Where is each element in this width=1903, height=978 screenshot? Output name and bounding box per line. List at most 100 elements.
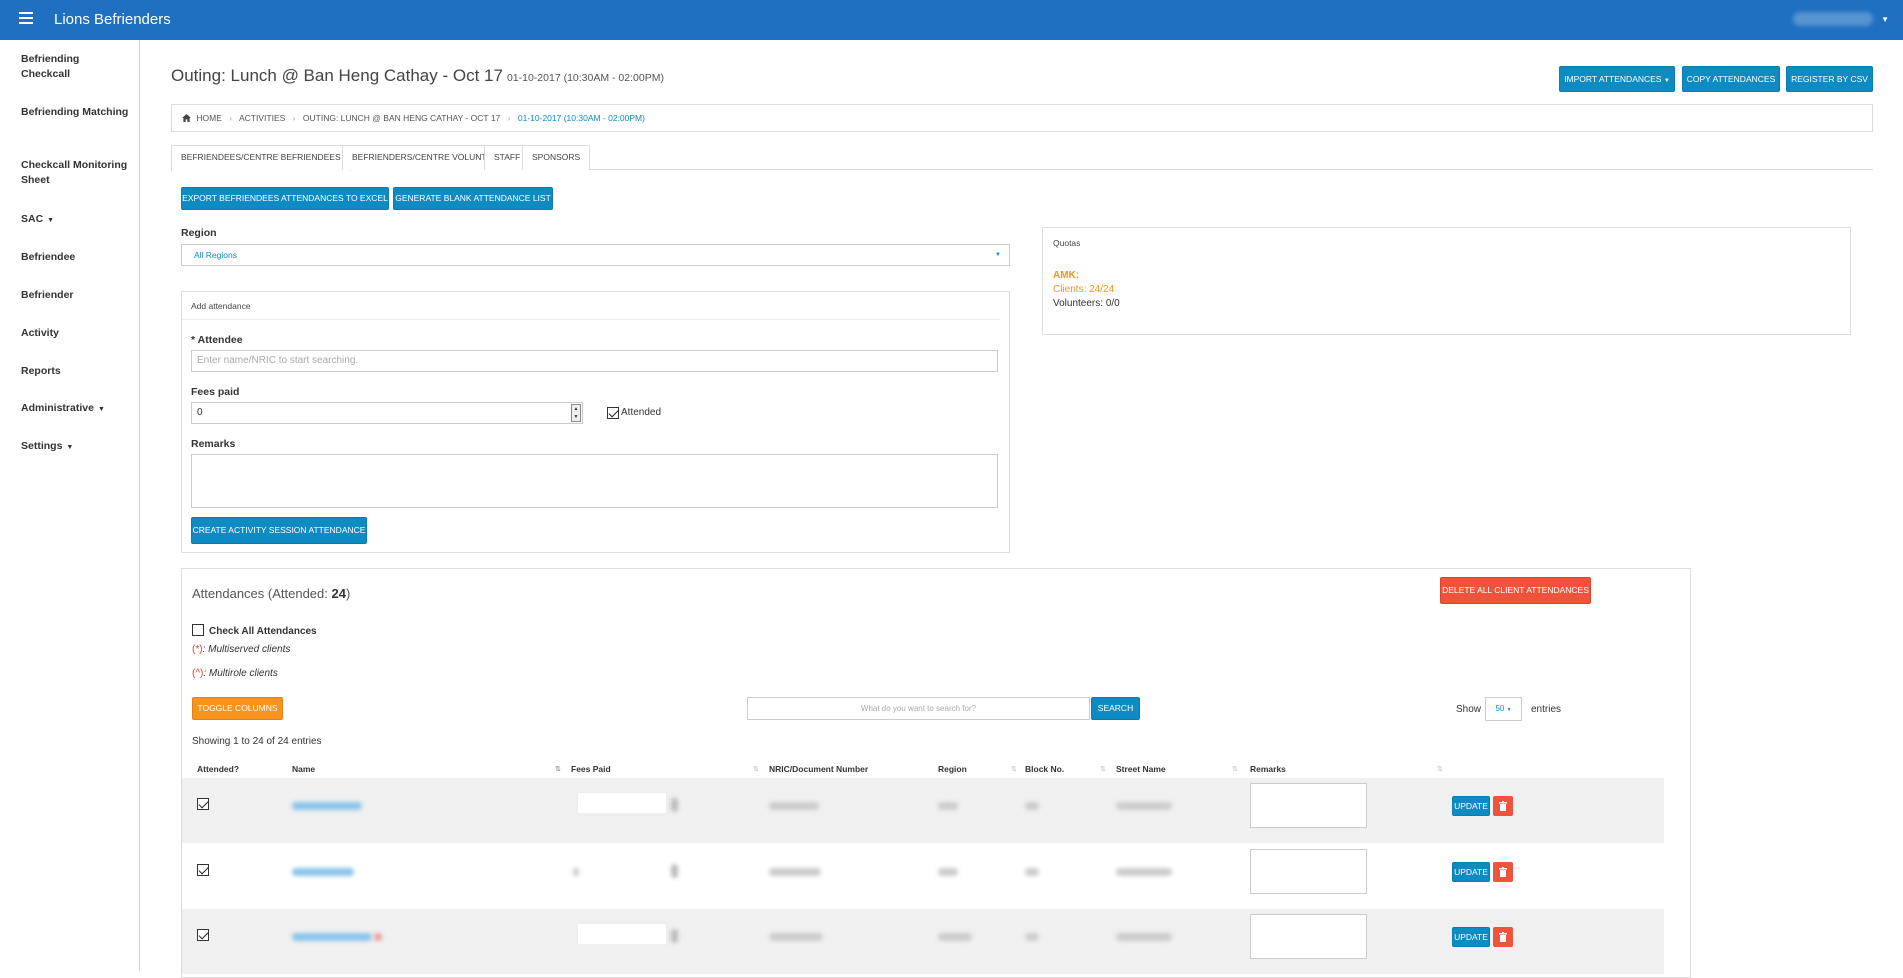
row-nric (769, 802, 819, 810)
column-header-remarks[interactable]: Remarks (1250, 764, 1286, 774)
trash-icon[interactable] (1493, 796, 1513, 816)
row-nric (769, 933, 823, 941)
sidebar-item-administrative[interactable]: Administrative ▼ (21, 401, 131, 417)
breadcrumb-separator: › (292, 113, 296, 123)
breadcrumb-activity[interactable]: Outing: Lunch @ Ban Heng Cathay - Oct 17 (303, 113, 500, 123)
sort-icon[interactable]: ⇅ (555, 765, 561, 773)
remarks-textarea[interactable] (191, 454, 998, 508)
row-fees-stepper[interactable] (671, 929, 678, 943)
fees-paid-label: Fees paid (191, 386, 240, 398)
create-attendance-button[interactable]: Create Activity Session Attendance (191, 517, 367, 544)
row-update-button[interactable]: Update (1452, 862, 1490, 882)
column-header-attended[interactable]: Attended? (197, 764, 239, 774)
tab-sponsors[interactable]: Sponsors (522, 145, 591, 170)
breadcrumb-activities[interactable]: Activities (239, 113, 285, 123)
attendee-label: * Attendee (191, 334, 243, 346)
add-attendance-title: Add attendance (182, 292, 1000, 320)
sidebar-item-reports[interactable]: Reports (21, 364, 131, 379)
chevron-down-icon[interactable]: ▼ (1881, 15, 1889, 24)
user-menu[interactable] (1793, 12, 1873, 26)
row-region (938, 868, 958, 876)
sidebar-item-checkcall-monitoring[interactable]: Checkcall Monitoring Sheet (21, 158, 131, 188)
row-fees-stepper[interactable] (671, 864, 678, 878)
column-header-region[interactable]: Region (938, 764, 967, 774)
fees-paid-input[interactable]: 0 (191, 402, 583, 424)
column-header-street-name[interactable]: Street Name (1116, 764, 1166, 774)
column-header-fees-paid[interactable]: Fees Paid (571, 764, 611, 774)
row-attended-checkbox[interactable] (197, 864, 209, 876)
row-remarks-textarea[interactable] (1250, 783, 1367, 828)
row-fees-input[interactable] (577, 792, 667, 814)
breadcrumb-separator: › (229, 113, 233, 123)
chevron-down-icon: ▼ (47, 217, 55, 224)
sidebar-item-activity[interactable]: Activity (21, 326, 131, 341)
attended-checkbox[interactable] (607, 407, 619, 419)
legend-multiserved: (*): Multiserved clients (192, 644, 291, 655)
attendee-search-input[interactable]: Enter name/NRIC to start searching. (191, 350, 998, 372)
row-remarks-textarea[interactable] (1250, 914, 1367, 959)
chevron-down-icon: ▼ (66, 444, 74, 451)
table-search-input[interactable]: What do you want to search for? (747, 697, 1090, 720)
export-excel-button[interactable]: Export Befriendees Attendances to Excel (181, 187, 389, 210)
attended-count: 24 (331, 586, 346, 601)
row-name-link[interactable] (292, 868, 354, 876)
row-fees-input[interactable] (573, 868, 579, 876)
row-fees-stepper[interactable] (671, 798, 678, 812)
breadcrumb: Home › Activities › Outing: Lunch @ Ban … (171, 104, 1873, 132)
row-name-link[interactable] (292, 802, 362, 810)
sidebar-item-befriending-checkcall[interactable]: Befriending Checkcall (21, 52, 131, 82)
column-header-name[interactable]: Name (292, 764, 315, 774)
row-attended-checkbox[interactable] (197, 929, 209, 941)
sort-icon[interactable]: ⇅ (1437, 765, 1443, 773)
breadcrumb-separator: › (507, 113, 511, 123)
sidebar-item-settings[interactable]: Settings ▼ (21, 439, 131, 455)
generate-blank-list-button[interactable]: Generate Blank Attendance List (393, 187, 553, 210)
page-subtitle: 01-10-2017 (10:30AM - 02:00PM) (506, 72, 664, 84)
chevron-up-icon: ▲ (573, 406, 579, 412)
toggle-columns-button[interactable]: Toggle Columns (192, 697, 283, 720)
sidebar: Befriending Checkcall Befriending Matchi… (0, 40, 140, 971)
region-select[interactable]: All Regions ▼ (181, 244, 1010, 266)
row-multiserved-mark (374, 933, 382, 941)
sort-icon[interactable]: ⇅ (1011, 765, 1017, 773)
sidebar-item-befriender[interactable]: Befriender (21, 288, 131, 303)
sort-icon[interactable]: ⇅ (1232, 765, 1238, 773)
region-label: Region (181, 227, 217, 239)
import-attendances-button[interactable]: Import Attendances ▼ (1559, 66, 1675, 92)
register-by-csv-button[interactable]: Register by CSV (1786, 66, 1873, 92)
quota-region: AMK: (1053, 270, 1080, 281)
copy-attendances-button[interactable]: Copy Attendances (1682, 66, 1780, 92)
tab-befriendees[interactable]: Befriendees/Centre Befriendees (171, 145, 351, 171)
main-content: Outing: Lunch @ Ban Heng Cathay - Oct 17… (141, 40, 1903, 978)
column-header-nric[interactable]: NRIC/Document Number (769, 764, 868, 774)
check-all-label: Check All Attendances (209, 626, 317, 637)
check-all-checkbox[interactable] (192, 624, 204, 636)
row-block-no (1025, 933, 1039, 941)
legend-multirole: (^): Multirole clients (192, 668, 278, 679)
sidebar-item-sac[interactable]: SAC ▼ (21, 212, 131, 228)
row-remarks-textarea[interactable] (1250, 849, 1367, 894)
column-header-block-no[interactable]: Block No. (1025, 764, 1064, 774)
sidebar-item-befriending-matching[interactable]: Befriending Matching (21, 105, 131, 120)
trash-icon[interactable] (1493, 862, 1513, 882)
table-row: Update (182, 844, 1664, 909)
sort-icon[interactable]: ⇅ (1100, 765, 1106, 773)
menu-icon[interactable] (19, 12, 33, 26)
row-block-no (1025, 802, 1039, 810)
app-title[interactable]: Lions Befrienders (54, 11, 171, 28)
trash-icon[interactable] (1493, 927, 1513, 947)
page-size-select[interactable]: 50 ▼ (1485, 697, 1522, 721)
fees-stepper[interactable]: ▲ ▼ (571, 404, 581, 422)
row-update-button[interactable]: Update (1452, 796, 1490, 816)
row-attended-checkbox[interactable] (197, 798, 209, 810)
chevron-down-icon: ▼ (1506, 707, 1512, 713)
row-name-link[interactable] (292, 933, 372, 941)
breadcrumb-home[interactable]: Home (196, 113, 222, 123)
sort-icon[interactable]: ⇅ (753, 765, 759, 773)
search-button[interactable]: Search (1091, 697, 1140, 720)
row-region (938, 933, 972, 941)
row-fees-input[interactable] (577, 923, 667, 945)
delete-all-attendances-button[interactable]: Delete All Client Attendances (1440, 577, 1591, 604)
sidebar-item-befriendee[interactable]: Befriendee (21, 250, 131, 265)
row-update-button[interactable]: Update (1452, 927, 1490, 947)
